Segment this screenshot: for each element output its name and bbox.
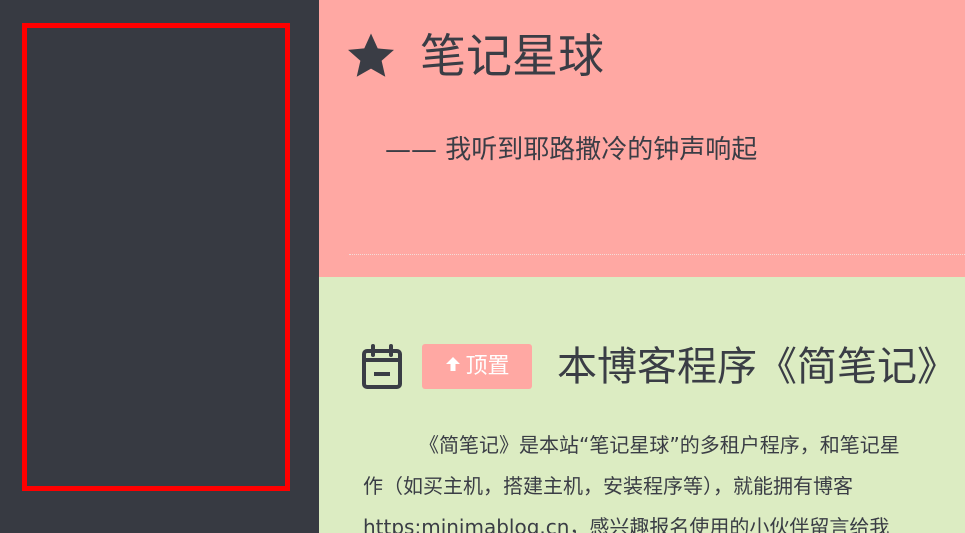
excerpt-line: 作（如买主机，搭建主机，安装程序等），就能拥有博客: [363, 474, 853, 498]
header-divider: [349, 254, 965, 255]
pinned-badge: 顶置: [422, 344, 532, 389]
page: 笔记星球 —— 我听到耶路撒冷的钟声响起 顶置 本博客程序《简笔记》 《简笔记》…: [0, 0, 965, 533]
post-list: 顶置 本博客程序《简笔记》 《简笔记》是本站“笔记星球”的多租户程序，和笔记星 …: [319, 277, 965, 533]
sidebar: [0, 0, 319, 533]
arrow-up-icon: [446, 357, 461, 371]
site-subtitle: —— 我听到耶路撒冷的钟声响起: [385, 135, 758, 165]
pinned-label: 顶置: [465, 354, 510, 379]
calendar-icon: [362, 344, 402, 389]
star-icon: [348, 33, 394, 77]
post-excerpt: 《简笔记》是本站“笔记星球”的多租户程序，和笔记星 作（如买主机，搭建主机，安装…: [363, 425, 965, 533]
sidebar-highlight-frame: [22, 23, 290, 491]
post-title-link[interactable]: 本博客程序《简笔记》: [557, 339, 957, 395]
excerpt-line: https:minimablog.cn，感兴趣报名使用的小伙伴留言给我: [363, 515, 890, 533]
excerpt-line: 《简笔记》是本站“笔记星球”的多租户程序，和笔记星: [419, 433, 900, 457]
site-header: 笔记星球 —— 我听到耶路撒冷的钟声响起: [319, 0, 965, 277]
site-title[interactable]: 笔记星球: [420, 24, 604, 88]
